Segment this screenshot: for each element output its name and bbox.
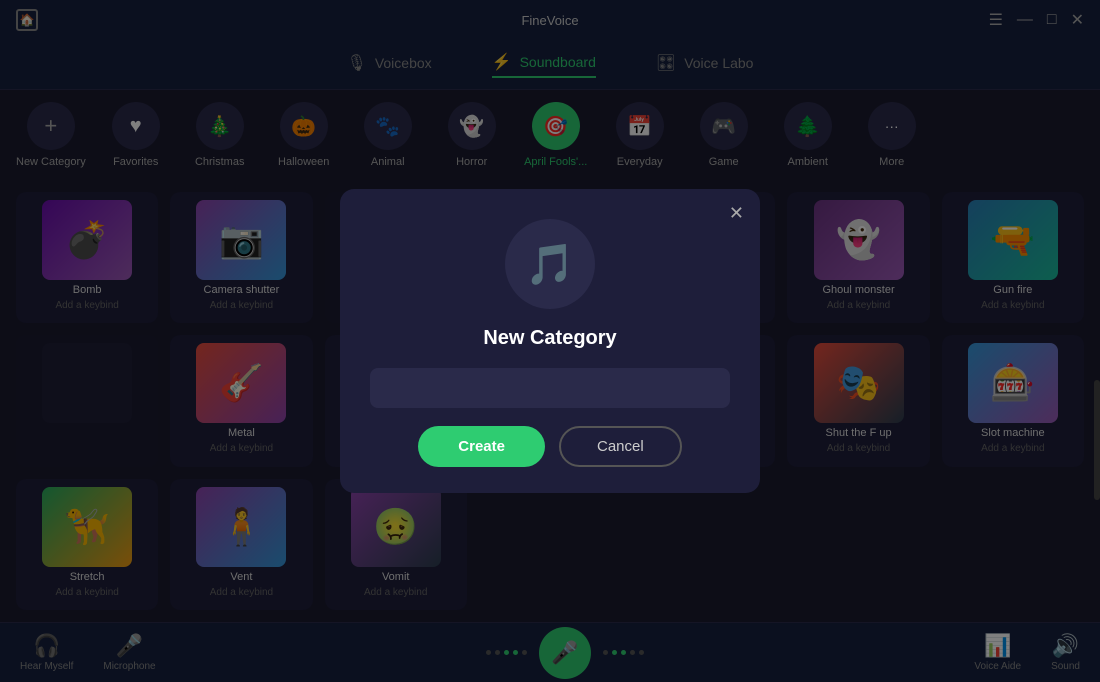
modal-close-button[interactable]: ✕: [729, 203, 744, 224]
modal-create-button[interactable]: Create: [418, 426, 545, 467]
new-category-modal: ✕ 🎵 New Category Create Cancel: [340, 189, 760, 493]
modal-music-icon: 🎵: [525, 241, 575, 288]
modal-backdrop: ✕ 🎵 New Category Create Cancel: [0, 0, 1100, 682]
modal-category-input[interactable]: [370, 368, 730, 408]
modal-icon: 🎵: [505, 219, 595, 309]
modal-cancel-button[interactable]: Cancel: [559, 426, 682, 467]
modal-actions: Create Cancel: [370, 426, 730, 467]
modal-title: New Category: [483, 327, 616, 350]
